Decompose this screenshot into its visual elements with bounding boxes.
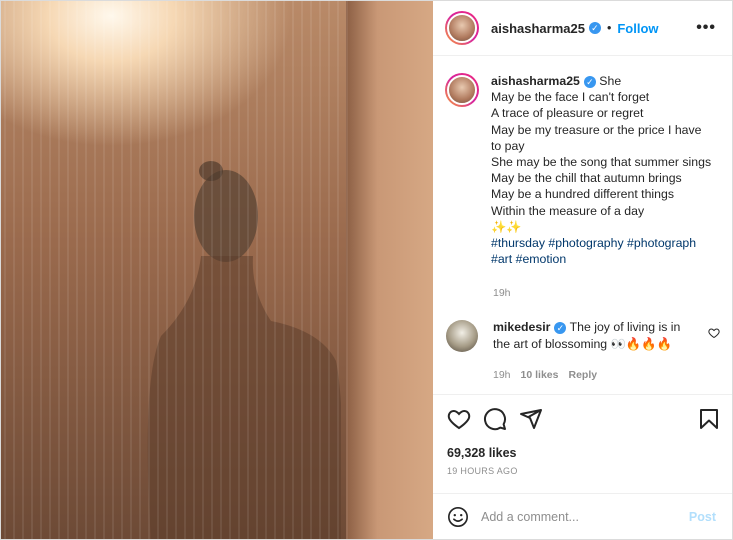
comment-likes[interactable]: 10 likes <box>521 369 559 381</box>
caption-hashtags[interactable]: #art #emotion <box>491 252 566 266</box>
share-paper-plane-icon[interactable] <box>519 407 543 431</box>
caption-line: She may be the song that summer sings <box>491 155 712 170</box>
caption-username[interactable]: aishasharma25 <box>491 74 580 88</box>
save-bookmark-icon[interactable] <box>697 407 721 431</box>
action-bar <box>433 394 732 444</box>
comment-like-heart-icon[interactable] <box>708 327 720 339</box>
comment-bubble-icon[interactable] <box>483 407 507 431</box>
caption-line: May be my treasure or the price I have <box>491 122 702 137</box>
caption-first-word: She <box>599 74 622 88</box>
post-sidebar: aishasharma25 ✓ • Follow ••• aishasharma… <box>433 1 732 539</box>
caption-line: A trace of pleasure or regret <box>491 106 644 121</box>
comment-reply-button[interactable]: Reply <box>568 369 597 381</box>
post-dialog: aishasharma25 ✓ • Follow ••• aishasharma… <box>0 0 733 540</box>
verified-icon: ✓ <box>583 75 596 88</box>
author-username[interactable]: aishasharma25 <box>491 21 585 36</box>
caption: aishasharma25 ✓ She May be the face I can… <box>445 73 725 267</box>
comment-input[interactable] <box>481 509 681 524</box>
commenter-username[interactable]: mikedesir <box>493 320 550 334</box>
caption-avatar[interactable] <box>445 73 479 107</box>
likes-count[interactable]: 69,328 likes <box>447 446 517 460</box>
emoji-smiley-icon[interactable] <box>447 506 469 528</box>
comment-time[interactable]: 19h <box>493 369 511 381</box>
caption-hashtags[interactable]: #thursday #photography #photograph <box>491 236 696 250</box>
comment-meta: 19h 10 likes Reply <box>493 369 597 381</box>
post-header: aishasharma25 ✓ • Follow <box>433 1 732 56</box>
post-time[interactable]: 19 HOURS AGO <box>447 466 518 476</box>
caption-line: to pay <box>491 138 525 153</box>
like-heart-icon[interactable] <box>447 407 471 431</box>
post-comment-button[interactable]: Post <box>689 510 716 524</box>
photo-rain <box>1 1 351 539</box>
caption-line: May be a hundred different things <box>491 187 674 202</box>
separator-dot: • <box>606 21 612 35</box>
commenter-avatar[interactable] <box>445 319 479 353</box>
caption-line: Within the measure of a day <box>491 203 645 218</box>
photo-wall <box>346 1 433 539</box>
more-options-icon[interactable]: ••• <box>696 19 716 37</box>
author-avatar[interactable] <box>445 11 479 45</box>
caption-time[interactable]: 19h <box>493 287 511 299</box>
add-comment-bar: Post <box>433 493 732 539</box>
caption-line: May be the face I can't forget <box>491 90 650 105</box>
comment-item: mikedesir ✓ The joy of living is in the a… <box>445 319 725 353</box>
comment-emoji: 👀🔥🔥🔥 <box>610 337 672 351</box>
follow-button[interactable]: Follow <box>617 21 658 36</box>
verified-icon: ✓ <box>588 22 601 34</box>
caption-emoji: ✨✨ <box>491 219 522 234</box>
verified-icon: ✓ <box>554 321 567 334</box>
post-photo[interactable] <box>1 1 433 539</box>
caption-line: May be the chill that autumn brings <box>491 171 682 186</box>
